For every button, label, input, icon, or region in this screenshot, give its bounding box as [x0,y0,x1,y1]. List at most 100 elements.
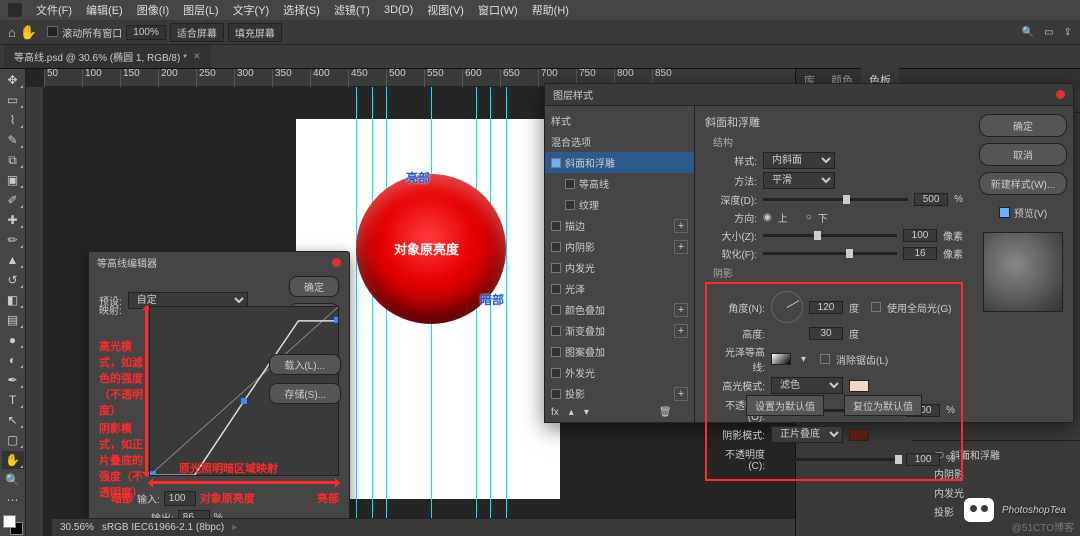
item-stroke[interactable]: 描边+ [545,215,694,236]
arrange-icon[interactable]: ▭ [1044,27,1053,38]
load-button[interactable]: 载入(L)... [269,354,341,375]
highlight-mode-select[interactable]: 滤色 [771,377,843,394]
guide[interactable] [356,87,357,536]
shadow-opacity-slider[interactable] [771,458,900,461]
up-icon[interactable]: ▴ [569,407,574,418]
move-tool[interactable]: ✥ [2,71,24,89]
home-icon[interactable]: ⌂ [8,25,16,40]
guide[interactable] [372,87,373,536]
contour-editor-dialog[interactable]: 等高线编辑器 预设:自定 确定 取消 映射: 高光模式，如滤色的强度（不透明度）… [88,251,350,531]
zoom-tool[interactable]: 🔍 [2,471,24,489]
pen-tool[interactable]: ✒ [2,371,24,389]
path-select-tool[interactable]: ↖ [2,411,24,429]
guide[interactable] [490,87,491,536]
item-contour[interactable]: 等高线 [545,173,694,194]
menu-type[interactable]: 文字(Y) [227,0,276,20]
history-brush-tool[interactable]: ↺ [2,271,24,289]
document-tab[interactable]: 等高线.psd @ 30.6% (椭圆 1, RGB/8) *✕ [4,45,211,68]
item-inner-glow[interactable]: 内发光 [545,257,694,278]
soften-input[interactable] [903,247,937,260]
frame-tool[interactable]: ▣ [2,171,24,189]
down-icon[interactable]: ▾ [584,407,589,418]
fx-icon[interactable]: fx [551,407,559,418]
hand-tool-icon[interactable]: ✋ [20,24,37,41]
type-tool[interactable]: T [2,391,24,409]
fit-screen-button[interactable]: 适合屏幕 [170,23,224,42]
menu-help[interactable]: 帮助(H) [526,0,575,20]
guide[interactable] [476,87,477,536]
heal-tool[interactable]: ✚ [2,211,24,229]
dodge-tool[interactable]: ◐ [2,351,24,369]
menu-image[interactable]: 图像(I) [131,0,175,20]
menu-filter[interactable]: 滤镜(T) [328,0,376,20]
shadow-color-swatch[interactable] [849,429,869,441]
stamp-tool[interactable]: ▲ [2,251,24,269]
fill-screen-button[interactable]: 填充屏幕 [228,23,282,42]
blur-tool[interactable]: ● [2,331,24,349]
global-light-checkbox[interactable] [871,302,881,312]
ok-button[interactable]: 确定 [979,114,1067,137]
ok-button[interactable]: 确定 [289,276,339,297]
zoom-100-button[interactable]: 100% [126,25,166,40]
menu-window[interactable]: 窗口(W) [472,0,524,20]
dir-up-radio[interactable]: ◉ [763,212,772,223]
shape-tool[interactable]: ▢ [2,431,24,449]
item-texture[interactable]: 纹理 [545,194,694,215]
new-style-button[interactable]: 新建样式(W)... [979,172,1067,195]
hand-tool[interactable]: ✋ [2,451,24,469]
highlight-color-swatch[interactable] [849,380,869,392]
dir-down-radio[interactable]: ○ [806,212,812,223]
gradient-tool[interactable]: ▤ [2,311,24,329]
menu-select[interactable]: 选择(S) [277,0,326,20]
depth-slider[interactable] [763,198,908,201]
menu-layer[interactable]: 图层(L) [177,0,224,20]
eraser-tool[interactable]: ◧ [2,291,24,309]
item-bevel[interactable]: 斜面和浮雕 [545,152,694,173]
eyedropper-tool[interactable]: ✐ [2,191,24,209]
marquee-tool[interactable]: ▭ [2,91,24,109]
brush-tool[interactable]: ✏ [2,231,24,249]
profile-status[interactable]: sRGB IEC61966-2.1 (8bpc) [102,522,224,533]
cancel-button[interactable]: 取消 [979,143,1067,166]
angle-dial[interactable] [771,291,803,323]
quick-select-tool[interactable]: ✎ [2,131,24,149]
close-icon[interactable] [1056,90,1065,99]
share-icon[interactable]: ⇪ [1064,27,1072,38]
item-inner-shadow[interactable]: 内阴影+ [545,236,694,257]
antialias-checkbox[interactable] [820,354,830,364]
zoom-status[interactable]: 30.56% [60,522,94,533]
item-color-overlay[interactable]: 颜色叠加+ [545,299,694,320]
item-pattern-overlay[interactable]: 图案叠加 [545,341,694,362]
search-icon[interactable]: 🔍 [1022,27,1034,38]
item-blend[interactable]: 混合选项 [545,131,694,152]
layer-style-dialog[interactable]: 图层样式 样式 混合选项 斜面和浮雕 等高线 纹理 描边+ 内阴影+ 内发光 光… [544,83,1074,423]
menu-view[interactable]: 视图(V) [421,0,470,20]
altitude-input[interactable] [809,327,843,340]
crop-tool[interactable]: ⧉ [2,151,24,169]
item-gradient-overlay[interactable]: 渐变叠加+ [545,320,694,341]
menu-file[interactable]: 文件(F) [30,0,78,20]
style-select[interactable]: 内斜面 [763,152,835,169]
lasso-tool[interactable]: ⌇ [2,111,24,129]
guide[interactable] [386,87,387,536]
angle-input[interactable] [809,301,843,314]
gloss-contour-picker[interactable] [771,353,791,365]
soften-slider[interactable] [763,252,897,255]
item-outer-glow[interactable]: 外发光 [545,362,694,383]
reset-default-button[interactable]: 复位为默认值 [844,395,922,416]
menu-3d[interactable]: 3D(D) [378,2,419,18]
input-field[interactable] [164,491,196,506]
method-select[interactable]: 平滑 [763,172,835,189]
shadow-opacity-input[interactable] [906,453,940,466]
make-default-button[interactable]: 设置为默认值 [746,395,824,416]
close-icon[interactable] [332,258,341,267]
trash-icon[interactable]: 🗑 [659,407,672,418]
shadow-mode-select[interactable]: 正片叠底 [771,426,843,443]
save-button[interactable]: 存储(S)... [269,383,341,404]
item-drop-shadow[interactable]: 投影+ [545,383,694,404]
checkbox-icon[interactable] [551,158,561,168]
size-slider[interactable] [763,234,897,237]
scroll-all-checkbox[interactable] [47,26,58,37]
add-icon[interactable]: + [674,219,688,233]
guide[interactable] [506,87,507,536]
